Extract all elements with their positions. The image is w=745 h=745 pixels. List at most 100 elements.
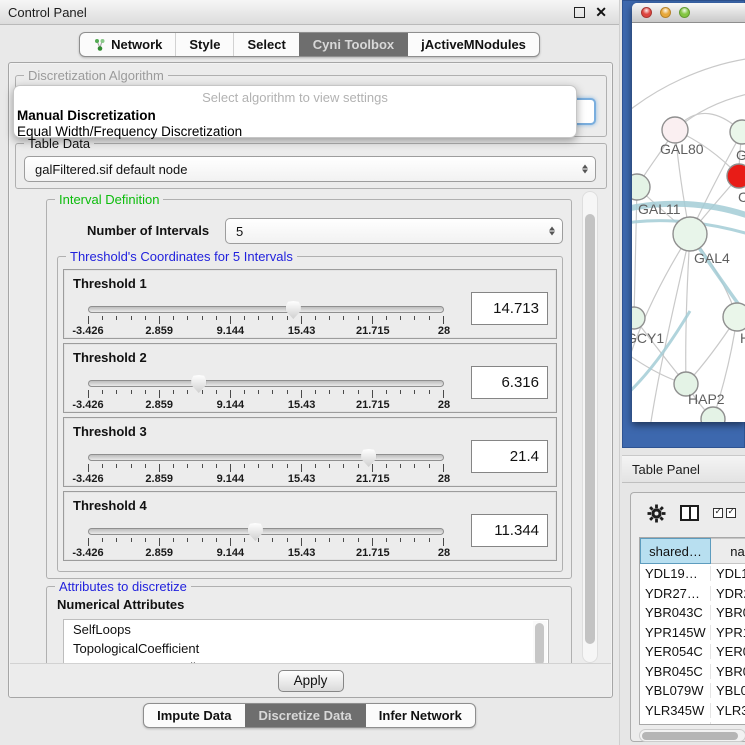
zoom-traffic-light-icon[interactable]: [679, 7, 690, 18]
slider-track[interactable]: [88, 380, 444, 387]
threshold-slider[interactable]: -3.4262.8599.14415.4321.71528: [88, 380, 444, 412]
float-window-icon[interactable]: [574, 7, 585, 18]
threshold-slider[interactable]: -3.4262.8599.14415.4321.71528: [88, 306, 444, 338]
tick-mark: [102, 464, 103, 468]
network-node-gcy1[interactable]: [632, 307, 645, 329]
node-label: GAL11: [638, 201, 681, 217]
network-view-frame: GAL80GACGAL11GAL4GCY1HHAP2: [622, 0, 745, 448]
cell-name: YBR0: [711, 605, 745, 620]
minimize-traffic-light-icon[interactable]: [660, 7, 671, 18]
threshold-slider[interactable]: -3.4262.8599.14415.4321.71528: [88, 454, 444, 486]
network-icon: [93, 38, 106, 51]
node-label: GAL4: [694, 250, 730, 266]
column-header-shared-name[interactable]: shared…: [640, 538, 711, 564]
close-traffic-light-icon[interactable]: [641, 7, 652, 18]
cell-name: YBL0: [711, 683, 745, 698]
list-scrollbar[interactable]: [533, 621, 547, 663]
table-hscroll-thumb[interactable]: [642, 732, 738, 740]
table-row[interactable]: YBR045CYBR0: [640, 662, 745, 682]
tick-mark: [315, 464, 316, 468]
table-row[interactable]: YIL052CYIL0: [640, 720, 745, 725]
tick-mark: [159, 538, 160, 546]
cell-name: YPR1: [711, 625, 745, 640]
axis-label: 2.859: [145, 325, 173, 337]
list-scrollbar-thumb[interactable]: [535, 623, 544, 663]
tab-label: Style: [189, 37, 220, 52]
threshold-value-field[interactable]: 14.713: [471, 292, 548, 325]
settings-scrollbar-thumb[interactable]: [585, 214, 595, 644]
threshold-label: Threshold 2: [73, 350, 147, 365]
cell-shared-name: YDR27…: [640, 586, 711, 601]
algorithm-option[interactable]: Manual Discretization: [14, 108, 576, 124]
settings-scrollbar[interactable]: [582, 191, 598, 663]
tick-mark: [358, 316, 359, 320]
table-row[interactable]: YDL19…YDL1: [640, 564, 745, 584]
slider-ticks: [88, 316, 444, 324]
table-row[interactable]: YER054CYER0: [640, 642, 745, 662]
cell-name: YLR3: [711, 703, 745, 718]
numerical-attributes-list[interactable]: SelfLoopsTopologicalCoefficientBetweenne…: [63, 619, 549, 663]
tick-mark: [287, 538, 288, 542]
tab-select[interactable]: Select: [233, 33, 298, 56]
tick-mark: [116, 390, 117, 394]
slider-track[interactable]: [88, 454, 444, 461]
threshold-slider[interactable]: -3.4262.8599.14415.4321.71528: [88, 528, 444, 560]
column-header-name[interactable]: name: [711, 538, 745, 564]
table-row[interactable]: YPR145WYPR1: [640, 623, 745, 643]
bottom-tab-impute-data[interactable]: Impute Data: [144, 704, 244, 727]
close-icon[interactable]: ✕: [595, 7, 607, 18]
threshold-value-field[interactable]: 6.316: [471, 366, 548, 399]
tick-mark: [202, 390, 203, 394]
columns-icon[interactable]: [680, 505, 699, 521]
threshold-value-field[interactable]: 11.344: [471, 514, 548, 547]
slider-axis-labels: -3.4262.8599.14415.4321.71528: [88, 325, 444, 338]
network-node-c[interactable]: [727, 164, 745, 188]
tab-label: Select: [247, 37, 285, 52]
number-of-intervals-select[interactable]: 5: [225, 218, 563, 244]
select-columns-checkboxes-icon[interactable]: [713, 508, 736, 518]
slider-ticks: [88, 464, 444, 472]
bottom-tab-label: Impute Data: [157, 708, 231, 723]
network-node-gal4[interactable]: [673, 217, 707, 251]
apply-button[interactable]: Apply: [278, 670, 344, 692]
slider-track[interactable]: [88, 528, 444, 535]
tab-network[interactable]: Network: [80, 33, 175, 56]
bottom-tab-infer-network[interactable]: Infer Network: [365, 704, 475, 727]
tab-jactivemnodules[interactable]: jActiveMNodules: [407, 33, 539, 56]
tab-style[interactable]: Style: [175, 33, 233, 56]
tick-mark: [400, 316, 401, 320]
slider-track[interactable]: [88, 306, 444, 313]
control-panel: Control Panel ✕ NetworkStyleSelectCyni T…: [0, 0, 620, 745]
table-toolbar: [631, 493, 745, 533]
tick-mark: [131, 316, 132, 320]
table-horizontal-scrollbar[interactable]: [639, 729, 745, 742]
attribute-item[interactable]: TopologicalCoefficient: [64, 639, 548, 658]
table-row[interactable]: YDR27…YDR2: [640, 584, 745, 604]
threshold-value-field[interactable]: 21.4: [471, 440, 548, 473]
attribute-item[interactable]: SelfLoops: [64, 620, 548, 639]
tick-mark: [372, 538, 373, 546]
network-canvas[interactable]: GAL80GACGAL11GAL4GCY1HHAP2: [632, 23, 745, 422]
network-node-h[interactable]: [723, 303, 745, 331]
tick-mark: [173, 390, 174, 394]
tick-mark: [358, 538, 359, 542]
tick-mark: [88, 538, 89, 546]
gear-icon[interactable]: [647, 504, 666, 523]
algorithm-option[interactable]: Equal Width/Frequency Discretization: [14, 124, 576, 140]
cell-name: YER0: [711, 644, 745, 659]
node-table[interactable]: shared… name YDL19…YDL1YDR27…YDR2YBR043C…: [639, 537, 745, 725]
tab-cyni-toolbox[interactable]: Cyni Toolbox: [299, 33, 407, 56]
bottom-tab-discretize-data[interactable]: Discretize Data: [245, 704, 365, 727]
table-row[interactable]: YBR043CYBR0: [640, 603, 745, 623]
tick-mark: [187, 538, 188, 542]
table-row[interactable]: YBL079WYBL0: [640, 681, 745, 701]
axis-label: -3.426: [72, 547, 103, 559]
network-node-gal80[interactable]: [662, 117, 688, 143]
network-window-titlebar[interactable]: [632, 3, 745, 23]
threshold-label: Threshold 4: [73, 498, 147, 513]
tick-mark: [116, 464, 117, 468]
table-data-select[interactable]: galFiltered.sif default node: [24, 156, 596, 182]
tick-mark: [145, 464, 146, 468]
table-row[interactable]: YLR345WYLR3: [640, 701, 745, 721]
tick-mark: [202, 464, 203, 468]
